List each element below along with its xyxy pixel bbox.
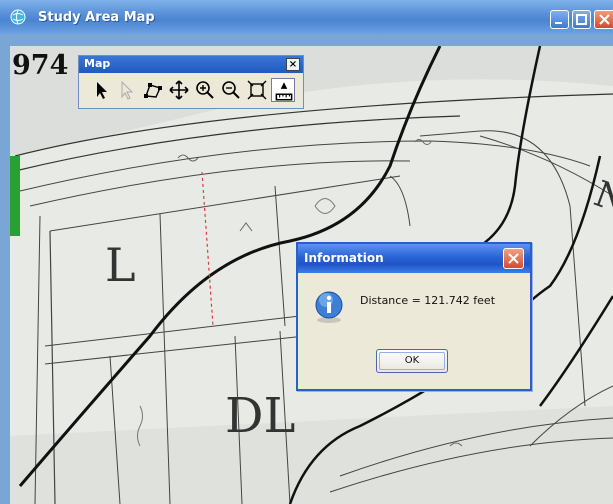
identify-vertices-icon[interactable] [141,78,165,102]
select-arrow-icon[interactable] [89,78,113,102]
maximize-icon[interactable] [572,10,591,29]
globe-app-icon [10,9,26,25]
measure-icon[interactable] [271,78,295,102]
minimize-icon[interactable] [550,10,569,29]
full-extent-icon[interactable] [245,78,269,102]
window-titlebar[interactable]: Study Area Map [0,0,613,34]
dialog-close-icon[interactable] [503,248,524,269]
app-window: Study Area Map L DL N 974 Map × Informat… [0,0,613,504]
disabled-select-icon[interactable] [115,78,139,102]
lot-label-l: L [105,238,136,292]
zoom-in-icon[interactable] [193,78,217,102]
lot-label-dl: DL [225,388,295,444]
window-title: Study Area Map [38,10,155,25]
information-dialog: Information Distance = 121.742 feet OK [296,242,532,391]
map-toolbar-title: Map [84,57,111,70]
info-icon [315,291,343,323]
map-sheet-number: 974 [12,50,69,81]
toolbar-close-button[interactable]: × [286,58,300,71]
zoom-out-icon[interactable] [219,78,243,102]
toolbar-icon-row [89,78,299,104]
map-toolbar-titlebar[interactable]: Map × [79,56,303,73]
dialog-titlebar[interactable]: Information [298,244,530,273]
pan-icon[interactable] [167,78,191,102]
ok-button[interactable]: OK [376,349,448,373]
map-toolbar: Map × [78,55,304,109]
dialog-title: Information [304,251,384,265]
close-icon[interactable] [594,10,613,29]
dialog-message: Distance = 121.742 feet [360,294,496,307]
